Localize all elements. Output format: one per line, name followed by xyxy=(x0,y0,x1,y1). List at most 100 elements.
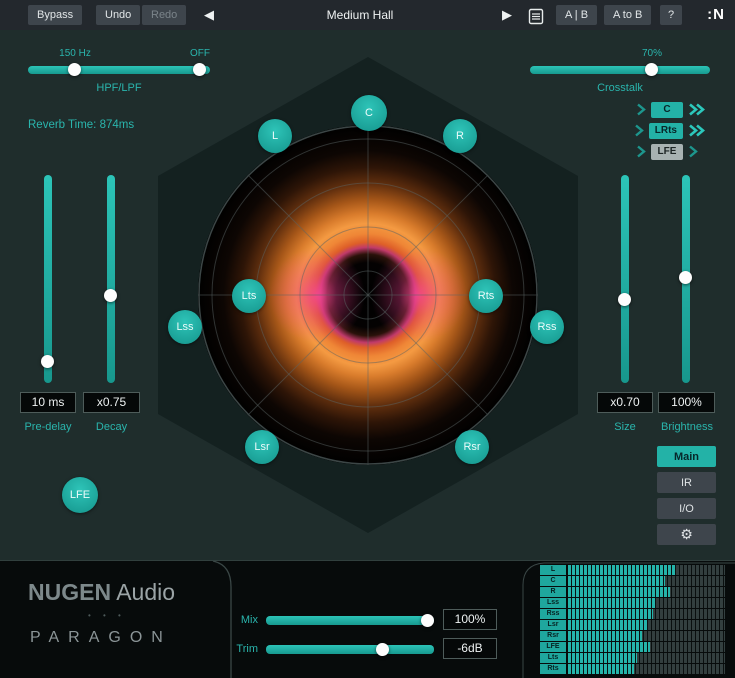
brightness-slider[interactable] xyxy=(682,175,690,383)
meter-channel-label: LFE xyxy=(540,642,566,652)
meter-fill xyxy=(568,642,650,652)
pre-delay-value[interactable]: 10 ms xyxy=(20,392,76,413)
meter-bar xyxy=(568,631,725,641)
next-preset-icon[interactable]: ▶ xyxy=(498,4,516,26)
channel-node-lts[interactable]: Lts xyxy=(232,279,266,313)
brand-dots: • • • xyxy=(88,611,126,620)
preset-list-icon[interactable] xyxy=(524,6,548,28)
brightness-label: Brightness xyxy=(652,421,722,433)
routing-in-chevron-icon[interactable] xyxy=(636,145,646,158)
channel-node-lss[interactable]: Lss xyxy=(168,310,202,344)
redo-button[interactable]: Redo xyxy=(142,5,186,25)
mix-value[interactable]: 100% xyxy=(443,609,497,630)
routing-out-chevron-icon[interactable] xyxy=(688,145,698,158)
meter-bar xyxy=(568,587,725,597)
channel-node-rss[interactable]: Rss xyxy=(530,310,564,344)
brightness-value[interactable]: 100% xyxy=(658,392,715,413)
meter-channel-label: Lts xyxy=(540,653,566,663)
routing-button-lrts[interactable]: LRts xyxy=(649,123,683,139)
crosstalk-handle[interactable] xyxy=(645,63,658,76)
bypass-button[interactable]: Bypass xyxy=(28,5,82,25)
trim-slider[interactable] xyxy=(266,645,434,654)
meter-bar xyxy=(568,576,725,586)
meter-row: L xyxy=(540,565,725,575)
meter-channel-label: C xyxy=(540,576,566,586)
tab-main[interactable]: Main xyxy=(657,446,716,467)
top-toolbar: Bypass Undo Redo ◀ Medium Hall ▶ A | B A… xyxy=(0,0,735,30)
routing-in-chevron-icon[interactable] xyxy=(634,124,644,137)
preset-name[interactable]: Medium Hall xyxy=(280,8,440,22)
brand-nugen: NUGEN xyxy=(28,579,111,605)
size-handle[interactable] xyxy=(618,293,631,306)
channel-node-rts[interactable]: Rts xyxy=(469,279,503,313)
hpf-lpf-slider[interactable] xyxy=(28,66,210,74)
decay-value[interactable]: x0.75 xyxy=(83,392,140,413)
trim-handle[interactable] xyxy=(376,643,389,656)
meter-fill xyxy=(568,664,634,674)
meter-row: R xyxy=(540,587,725,597)
channel-node-lsr[interactable]: Lsr xyxy=(245,430,279,464)
lfe-node[interactable]: LFE xyxy=(62,477,98,513)
paragon-plugin-window: Bypass Undo Redo ◀ Medium Hall ▶ A | B A… xyxy=(0,0,735,678)
crosstalk-label: Crosstalk xyxy=(530,82,710,94)
meter-channel-label: Rts xyxy=(540,664,566,674)
meter-bar xyxy=(568,642,725,652)
meter-channel-label: R xyxy=(540,587,566,597)
routing-row-lfe: LFE xyxy=(636,143,698,160)
hpf-lpf-label: HPF/LPF xyxy=(28,82,210,94)
meter-row: Rss xyxy=(540,609,725,619)
size-value[interactable]: x0.70 xyxy=(597,392,653,413)
channel-node-l[interactable]: L xyxy=(258,119,292,153)
decay-handle[interactable] xyxy=(104,289,117,302)
decay-label: Decay xyxy=(83,421,140,433)
mix-handle[interactable] xyxy=(421,614,434,627)
meter-fill xyxy=(568,609,653,619)
routing-button-c[interactable]: C xyxy=(651,102,683,118)
trim-value[interactable]: -6dB xyxy=(443,638,497,659)
ab-compare-button[interactable]: A | B xyxy=(556,5,597,25)
meter-row: Rts xyxy=(540,664,725,674)
meter-channel-label: Rsr xyxy=(540,631,566,641)
mix-slider[interactable] xyxy=(266,616,434,625)
crosstalk-value: 70% xyxy=(627,48,677,59)
meter-fill xyxy=(568,565,675,575)
meter-row: C xyxy=(540,576,725,586)
lpf-handle[interactable] xyxy=(193,63,206,76)
meter-channel-label: Rss xyxy=(540,609,566,619)
undo-button[interactable]: Undo xyxy=(96,5,140,25)
meter-channel-label: Lsr xyxy=(540,620,566,630)
tab-io[interactable]: I/O xyxy=(657,498,716,519)
routing-out-chevrons-icon[interactable] xyxy=(688,124,705,137)
mix-label: Mix xyxy=(228,614,258,626)
channel-node-rsr[interactable]: Rsr xyxy=(455,430,489,464)
reverb-time-readout: Reverb Time: 874ms xyxy=(28,119,134,131)
hpf-handle[interactable] xyxy=(68,63,81,76)
meter-row: Lss xyxy=(540,598,725,608)
channel-node-c[interactable]: C xyxy=(351,95,387,131)
crosstalk-slider[interactable] xyxy=(530,66,710,74)
meter-row: Lts xyxy=(540,653,725,663)
meter-fill xyxy=(568,653,637,663)
size-slider[interactable] xyxy=(621,175,629,383)
previous-preset-icon[interactable]: ◀ xyxy=(200,4,218,26)
help-button[interactable]: ? xyxy=(660,5,682,25)
brightness-handle[interactable] xyxy=(679,271,692,284)
settings-gear-icon[interactable]: ⚙ xyxy=(657,524,716,545)
decay-slider[interactable] xyxy=(107,175,115,383)
channel-node-r[interactable]: R xyxy=(443,119,477,153)
tab-ir[interactable]: IR xyxy=(657,472,716,493)
meter-bar xyxy=(568,653,725,663)
a-to-b-button[interactable]: A to B xyxy=(604,5,651,25)
routing-button-lfe[interactable]: LFE xyxy=(651,144,683,160)
meter-fill xyxy=(568,631,642,641)
routing-in-chevron-icon[interactable] xyxy=(636,103,646,116)
trim-label: Trim xyxy=(228,643,258,655)
hpf-value: 150 Hz xyxy=(50,48,100,59)
pre-delay-handle[interactable] xyxy=(41,355,54,368)
product-name: PARAGON xyxy=(30,629,172,647)
routing-out-chevrons-icon[interactable] xyxy=(688,103,705,116)
pre-delay-slider[interactable] xyxy=(44,175,52,383)
brand-audio: Audio xyxy=(116,579,175,605)
size-label: Size xyxy=(597,421,653,433)
nugen-logo: :N xyxy=(707,6,725,23)
